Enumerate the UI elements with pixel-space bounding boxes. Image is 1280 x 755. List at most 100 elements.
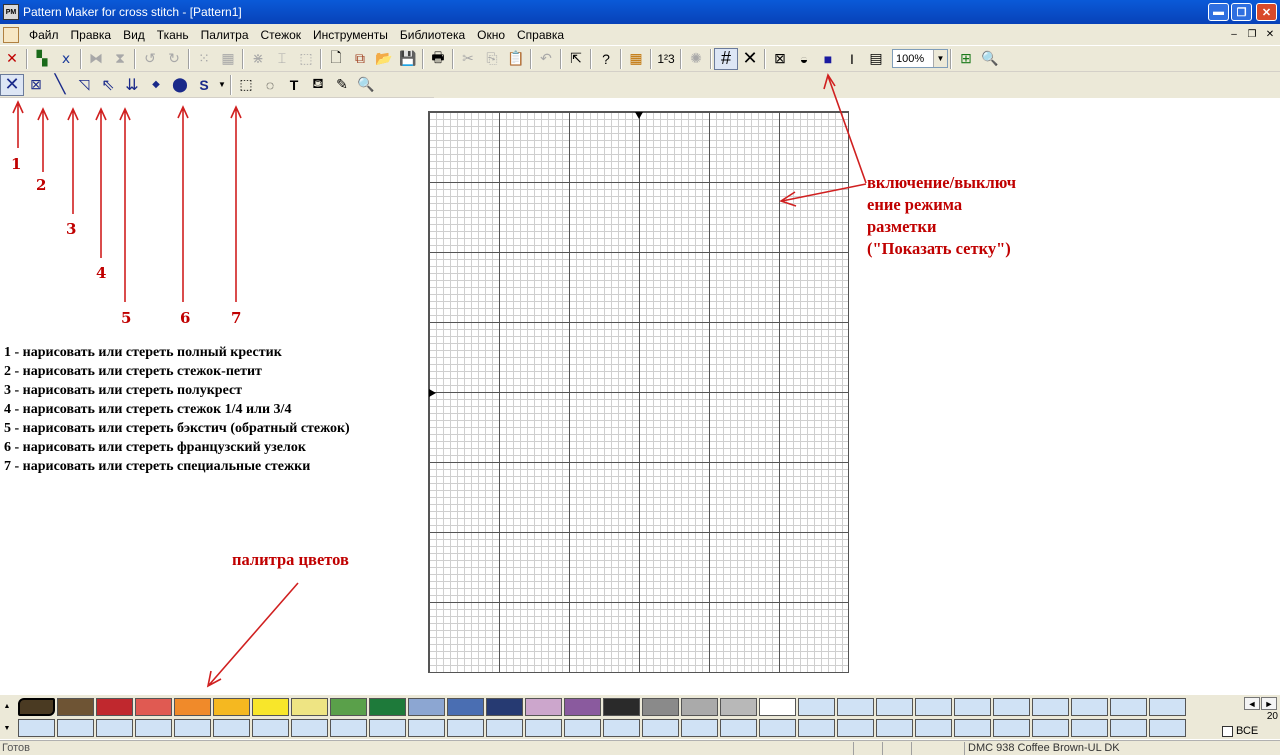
palette-swatch-empty[interactable] [642,719,679,737]
half-cross-icon[interactable]: ╲ [48,74,72,96]
palette-swatch-empty[interactable] [1149,719,1186,737]
palette-swatch-empty[interactable] [369,719,406,737]
symbol-view-icon[interactable]: ⊠ [768,48,792,70]
menu-library[interactable]: Библиотека [394,28,471,42]
palette-swatch-empty[interactable] [447,719,484,737]
text-tool-icon[interactable]: T [282,74,306,96]
palette-swatch[interactable] [720,698,757,716]
palette-swatch-empty[interactable] [681,719,718,737]
palette-swatch-empty[interactable] [18,719,55,737]
numbering-icon[interactable]: 1²3 [654,48,678,70]
palette-all-toggle[interactable]: ВСЕ [1222,725,1258,737]
quarter-stitch-icon[interactable]: ◹ [72,74,96,96]
menu-stitch[interactable]: Стежок [255,28,308,42]
palette-swatch-empty[interactable] [798,719,835,737]
zoom-area-icon[interactable]: 🔍 [978,48,1002,70]
french-knot-icon[interactable]: ◆ [144,74,168,96]
palette-swatch-empty[interactable] [330,719,367,737]
palette-swatch-empty[interactable] [57,719,94,737]
copy-icon[interactable]: ⎘ [480,48,504,70]
palette-swatch-empty[interactable] [720,719,757,737]
show-stitches-icon[interactable]: ✕ [738,48,762,70]
menu-fabric[interactable]: Ткань [151,28,195,42]
palette-swatch[interactable] [291,698,328,716]
palette-swatch-empty[interactable] [525,719,562,737]
palette-swatch[interactable] [213,698,250,716]
pattern-grid[interactable] [428,111,849,673]
bead-icon[interactable]: ⬤ [168,74,192,96]
mirror-half-icon[interactable]: ⌶ [270,48,294,70]
special-stitch-dropdown-icon[interactable]: ▼ [216,74,228,96]
palette-swatch[interactable] [1149,698,1186,716]
all-checkbox[interactable] [1222,725,1233,737]
special-stitch-icon[interactable]: S [192,74,216,96]
fill-area-icon[interactable]: ▦ [216,48,240,70]
palette-swatch[interactable] [993,698,1030,716]
magnifier-icon[interactable]: 🔍 [354,74,378,96]
palette-swatch[interactable] [837,698,874,716]
eyedropper-icon[interactable]: ✎ [330,74,354,96]
palette-swatch[interactable] [954,698,991,716]
palette-swatch[interactable] [330,698,367,716]
zoom-fit-icon[interactable]: ⊞ [954,48,978,70]
text-cursor-icon[interactable]: I [840,48,864,70]
delete-icon[interactable]: ✕ [0,48,24,70]
palette-swatch-empty[interactable] [252,719,289,737]
palette-swatch[interactable] [525,698,562,716]
mdi-restore-button[interactable]: ❐ [1244,27,1260,41]
palette-swatch[interactable] [603,698,640,716]
chevron-down-icon[interactable]: ▼ [933,50,947,67]
palette-swatch[interactable] [1071,698,1108,716]
palette-swatch-empty[interactable] [603,719,640,737]
scroll-up-icon[interactable]: ▲ [4,695,11,717]
palette-swatch[interactable] [1032,698,1069,716]
zoom-select[interactable]: 100% ▼ [892,49,948,68]
palette-swatch-empty[interactable] [837,719,874,737]
palette-swatch-empty[interactable] [954,719,991,737]
mirror-icon[interactable]: ⋇ [246,48,270,70]
maximize-button[interactable]: ❐ [1231,3,1252,21]
show-grid-icon[interactable]: # [714,47,738,70]
palette-swatch[interactable] [447,698,484,716]
palette-swatch-empty[interactable] [213,719,250,737]
palette-swatch[interactable] [1110,698,1147,716]
backstitch-auto-icon[interactable]: ⇊ [120,74,144,96]
menu-view[interactable]: Вид [117,28,151,42]
copy-pattern-icon[interactable]: ⧉ [348,48,372,70]
frame-icon[interactable]: ⬚ [294,48,318,70]
palette-swatch-empty[interactable] [915,719,952,737]
print-icon[interactable]: 🖶 [426,48,450,70]
scroll-down-icon[interactable]: ▼ [4,717,11,739]
cut-icon[interactable]: ✂ [456,48,480,70]
palette-swatch[interactable] [759,698,796,716]
rotate-left-icon[interactable]: ↺ [138,48,162,70]
mdi-close-button[interactable]: ✕ [1262,27,1278,41]
help-icon[interactable]: ? [594,48,618,70]
menu-help[interactable]: Справка [511,28,570,42]
color-symbol-view-icon[interactable]: ◒ [792,48,816,70]
open-folder-icon[interactable]: 📂 [372,48,396,70]
select-pattern-icon[interactable]: ⁙ [192,48,216,70]
palette-swatch[interactable] [369,698,406,716]
fill-bucket-icon[interactable]: ⛾ [306,74,330,96]
palette-swatch-empty[interactable] [174,719,211,737]
palette-swatch-empty[interactable] [486,719,523,737]
palette-swatch-empty[interactable] [408,719,445,737]
palette-swatch[interactable] [642,698,679,716]
rotate-right-icon[interactable]: ↻ [162,48,186,70]
palette-swatch[interactable] [798,698,835,716]
paste-icon[interactable]: 📋 [504,48,528,70]
menu-tools[interactable]: Инструменты [307,28,394,42]
menu-palette[interactable]: Палитра [195,28,255,42]
menu-file[interactable]: Файл [23,28,65,42]
color-view-icon[interactable]: ▦ [624,48,648,70]
save-icon[interactable]: 💾 [396,48,420,70]
backstitch-icon[interactable]: ⇖ [96,74,120,96]
palette-swatch-empty[interactable] [564,719,601,737]
replace-thread-icon[interactable]: ⅹ [54,48,78,70]
palette-swatch-selected[interactable] [18,698,55,716]
palette-swatch[interactable] [408,698,445,716]
full-cross-icon[interactable]: ✕ [0,73,24,96]
minimize-button[interactable]: ▬ [1208,3,1229,21]
palette-swatch-empty[interactable] [759,719,796,737]
